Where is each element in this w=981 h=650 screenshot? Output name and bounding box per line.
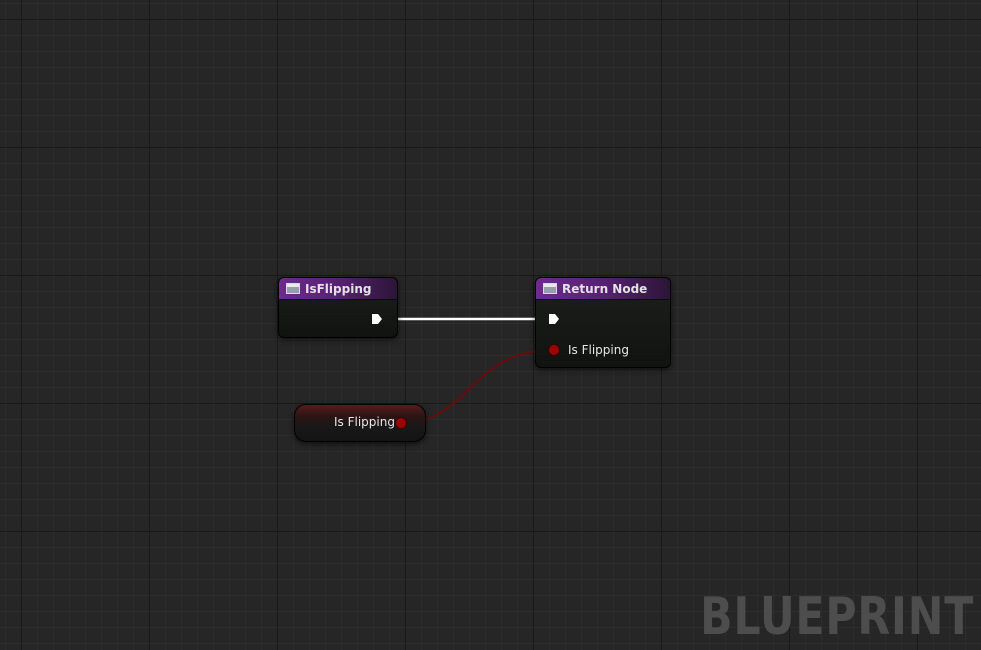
function-icon: [286, 283, 300, 294]
node-title: Return Node: [562, 281, 648, 296]
exec-output-pin-icon[interactable]: [371, 313, 383, 325]
wires-layer: [384, 317, 554, 424]
exec-input-pin-icon[interactable]: [548, 313, 560, 325]
node-header[interactable]: IsFlipping: [279, 278, 397, 300]
blueprint-graph-canvas[interactable]: IsFlipping Return Node Is Flipping Is Fl…: [0, 0, 981, 650]
function-icon: [543, 283, 557, 294]
function-entry-node[interactable]: IsFlipping: [278, 277, 398, 338]
node-header[interactable]: Return Node: [536, 278, 670, 300]
node-title: IsFlipping: [305, 281, 372, 296]
bool-output-pin-icon[interactable]: [396, 418, 406, 428]
variable-getter-node[interactable]: Is Flipping: [294, 404, 426, 442]
getter-label: Is Flipping: [334, 415, 395, 429]
blueprint-watermark: BLUEPRINT: [699, 587, 974, 647]
return-node[interactable]: Return Node Is Flipping: [535, 277, 671, 368]
bool-input-pin-icon[interactable]: [549, 345, 559, 355]
return-input-label: Is Flipping: [568, 343, 629, 357]
